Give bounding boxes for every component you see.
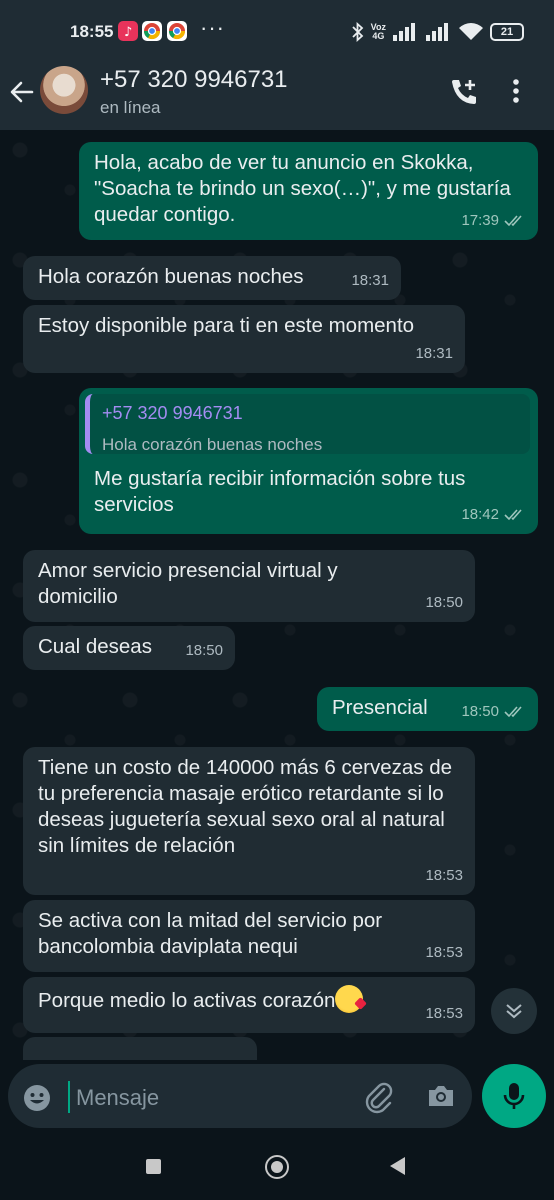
- text-caret: [68, 1081, 70, 1113]
- composer: [0, 1060, 554, 1140]
- quoted-text: Hola corazón buenas noches: [102, 435, 323, 454]
- chat-header: +57 320 9946731 en línea: [0, 62, 554, 130]
- message-bubble-incoming[interactable]: Se activa con la mitad del servicio por …: [23, 900, 475, 972]
- battery-icon: 21: [490, 23, 524, 41]
- message-text: Se activa con la mitad del servicio por …: [38, 909, 383, 958]
- message-time: 18:31: [415, 345, 453, 362]
- recents-button[interactable]: [146, 1159, 161, 1174]
- message-meta: 18:53: [425, 940, 463, 966]
- message-meta: 17:39: [461, 208, 526, 234]
- message-bubble-outgoing[interactable]: Hola, acabo de ver tu anuncio en Skokka,…: [79, 142, 538, 240]
- home-button[interactable]: [265, 1155, 289, 1179]
- kiss-emoji-icon: [335, 985, 364, 1013]
- message-time: 18:50: [185, 642, 223, 659]
- bluetooth-icon: [352, 22, 363, 42]
- signal-icon: [393, 23, 415, 41]
- message-input[interactable]: [74, 1081, 358, 1115]
- message-bubble-incoming[interactable]: Porque medio lo activas corazón 18:53: [23, 977, 475, 1033]
- emoji-icon[interactable]: [22, 1083, 52, 1118]
- message-time: 18:53: [425, 1005, 463, 1022]
- microphone-icon: [503, 1083, 525, 1109]
- message-time: 18:31: [351, 272, 389, 289]
- message-meta: 18:53: [425, 863, 463, 889]
- status-time: 18:55: [70, 22, 114, 41]
- quoted-sender: +57 320 9946731: [102, 403, 243, 423]
- message-text: Me gustaría recibir información sobre tu…: [94, 467, 466, 516]
- message-text: Hola corazón buenas noches: [38, 265, 304, 288]
- attach-icon[interactable]: [362, 1080, 396, 1119]
- wifi-icon: [459, 23, 483, 40]
- message-time: 18:50: [425, 594, 463, 611]
- svg-text:♪: ♪: [124, 25, 132, 40]
- message-text: Hola, acabo de ver tu anuncio en Skokka,…: [94, 151, 511, 226]
- message-meta: 18:50: [185, 638, 223, 664]
- chat-area[interactable]: Hola, acabo de ver tu anuncio en Skokka,…: [0, 130, 554, 1060]
- message-text: Estoy disponible para ti en este momento: [38, 314, 415, 337]
- message-bubble-incoming-partial[interactable]: [23, 1037, 257, 1060]
- message-bubble-incoming[interactable]: Estoy disponible para ti en este momento…: [23, 305, 465, 373]
- system-navigation-bar: [0, 1140, 554, 1200]
- message-meta: 18:42: [461, 502, 526, 528]
- message-text-content: Porque medio lo activas corazón: [38, 989, 336, 1012]
- message-bubble-outgoing[interactable]: Presencial 18:50: [317, 687, 538, 731]
- microphone-button[interactable]: [482, 1064, 546, 1128]
- contact-status: en línea: [100, 98, 161, 117]
- add-call-icon[interactable]: [448, 76, 480, 113]
- message-time: 17:39: [461, 212, 499, 229]
- message-text: Porque medio lo activas corazón: [38, 985, 461, 1014]
- double-chevron-down-icon: [506, 1004, 522, 1019]
- message-meta: 18:31: [415, 341, 453, 367]
- status-icons: Voz 4G 21: [352, 20, 524, 44]
- message-time: 18:42: [461, 506, 499, 523]
- chrome-icon: [142, 21, 162, 41]
- message-time: 18:53: [425, 867, 463, 884]
- message-bubble-incoming[interactable]: Amor servicio presencial virtual y domic…: [23, 550, 475, 622]
- back-arrow-icon[interactable]: [8, 78, 36, 111]
- message-bubble-incoming[interactable]: Cual deseas 18:50: [23, 626, 235, 670]
- message-meta: 18:50: [461, 699, 526, 725]
- scroll-to-bottom-button[interactable]: [491, 988, 537, 1034]
- message-meta: 18:53: [425, 1001, 463, 1027]
- more-notifications-icon: ···: [200, 15, 225, 40]
- message-time: 18:50: [461, 703, 499, 720]
- message-bubble-outgoing[interactable]: +57 320 9946731 Hola corazón buenas noch…: [79, 388, 538, 534]
- chrome-icon-2: [167, 21, 187, 41]
- message-text: Tiene un costo de 140000 más 6 cervezas …: [38, 756, 453, 857]
- read-receipt-icon: [504, 706, 522, 718]
- read-receipt-icon: [504, 215, 522, 227]
- more-options-icon[interactable]: [512, 78, 520, 109]
- quoted-message[interactable]: +57 320 9946731 Hola corazón buenas noch…: [85, 394, 530, 454]
- message-time: 18:53: [425, 944, 463, 961]
- back-button[interactable]: [390, 1157, 405, 1175]
- camera-icon[interactable]: [426, 1082, 456, 1115]
- signal-icon-2: [426, 23, 448, 41]
- volte-label: Voz 4G: [370, 22, 386, 41]
- contact-name[interactable]: +57 320 9946731: [100, 66, 288, 94]
- message-bubble-incoming[interactable]: Hola corazón buenas noches 18:31: [23, 256, 401, 300]
- message-bubble-incoming[interactable]: Tiene un costo de 140000 más 6 cervezas …: [23, 747, 475, 895]
- read-receipt-icon: [504, 509, 522, 521]
- message-meta: 18:31: [351, 268, 389, 294]
- message-text: Amor servicio presencial virtual y domic…: [38, 559, 338, 608]
- message-meta: 18:50: [425, 590, 463, 616]
- tiktok-icon: ♪: [118, 21, 138, 41]
- status-bar: 18:55 ♪ ··· Voz 4G 21: [0, 0, 554, 62]
- message-input-container[interactable]: [8, 1064, 472, 1128]
- avatar[interactable]: [40, 66, 88, 114]
